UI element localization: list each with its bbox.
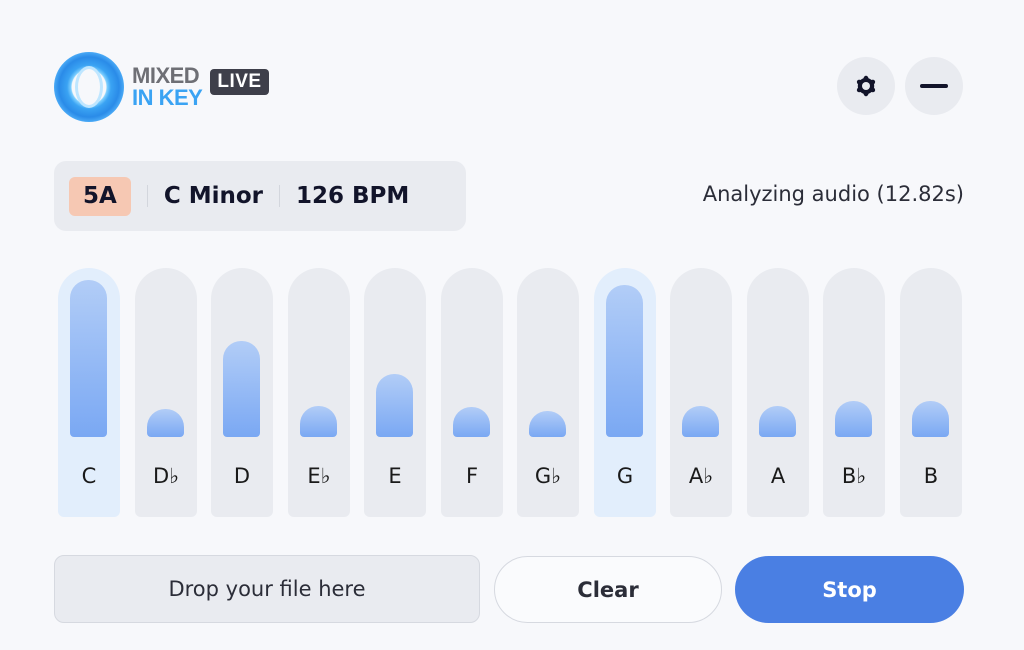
note-label: B♭ bbox=[841, 464, 867, 488]
clear-button[interactable]: Clear bbox=[494, 556, 722, 623]
key-info-panel: 5A C Minor 126 BPM bbox=[54, 161, 466, 231]
note-label: A bbox=[770, 464, 786, 488]
note-track: G bbox=[594, 268, 656, 517]
minimize-button[interactable] bbox=[905, 57, 963, 115]
note-level-bar bbox=[147, 409, 184, 437]
divider bbox=[279, 185, 280, 207]
bpm-value: 126 BPM bbox=[296, 183, 410, 209]
minus-icon bbox=[920, 84, 948, 88]
live-badge: LIVE bbox=[210, 69, 269, 95]
note-track: D♭ bbox=[135, 268, 197, 517]
note-level-bar bbox=[606, 285, 643, 437]
stop-button[interactable]: Stop bbox=[735, 556, 964, 623]
note-label: B bbox=[923, 464, 939, 488]
note-label: G♭ bbox=[534, 464, 562, 488]
key-name: C Minor bbox=[163, 183, 263, 209]
divider bbox=[146, 185, 148, 207]
note-track: C bbox=[58, 268, 120, 517]
analysis-status: Analyzing audio (12.82s) bbox=[702, 182, 964, 206]
note-track: F bbox=[441, 268, 503, 517]
note-label: F bbox=[465, 464, 479, 488]
logo-wordmark: MIXED IN KEY bbox=[132, 63, 203, 110]
note-label: D bbox=[233, 464, 251, 488]
app-logo: MIXED IN KEY LIVE bbox=[54, 52, 269, 122]
note-level-bar bbox=[453, 407, 490, 437]
note-level-bar bbox=[835, 401, 872, 437]
note-level-bar bbox=[376, 374, 413, 437]
logo-line-1: MIXED bbox=[132, 63, 200, 88]
note-track: D bbox=[211, 268, 273, 517]
settings-button[interactable] bbox=[837, 57, 895, 115]
gear-icon bbox=[856, 75, 876, 97]
note-track: B bbox=[900, 268, 962, 517]
note-label: A♭ bbox=[688, 464, 714, 488]
note-level-bar bbox=[223, 341, 260, 437]
note-label: D♭ bbox=[152, 464, 180, 488]
note-track: A♭ bbox=[670, 268, 732, 517]
note-track: A bbox=[747, 268, 809, 517]
note-level-bar bbox=[70, 280, 107, 437]
note-track: E♭ bbox=[288, 268, 350, 517]
drop-zone-label: Drop your file here bbox=[168, 577, 366, 601]
note-label: E♭ bbox=[307, 464, 331, 488]
note-level-bar bbox=[529, 411, 566, 437]
note-level-bar bbox=[300, 406, 337, 437]
logo-line-2: IN KEY bbox=[132, 85, 203, 110]
note-level-bar bbox=[912, 401, 949, 437]
note-track: B♭ bbox=[823, 268, 885, 517]
note-track: G♭ bbox=[517, 268, 579, 517]
camelot-key-badge: 5A bbox=[69, 176, 131, 216]
note-label: E bbox=[388, 464, 402, 488]
note-label: G bbox=[616, 464, 634, 488]
file-drop-zone[interactable]: Drop your file here bbox=[54, 555, 480, 623]
note-level-bar bbox=[759, 406, 796, 437]
logo-ring-icon bbox=[54, 52, 124, 122]
note-track: E bbox=[364, 268, 426, 517]
note-label: C bbox=[81, 464, 97, 488]
note-level-bar bbox=[682, 406, 719, 437]
